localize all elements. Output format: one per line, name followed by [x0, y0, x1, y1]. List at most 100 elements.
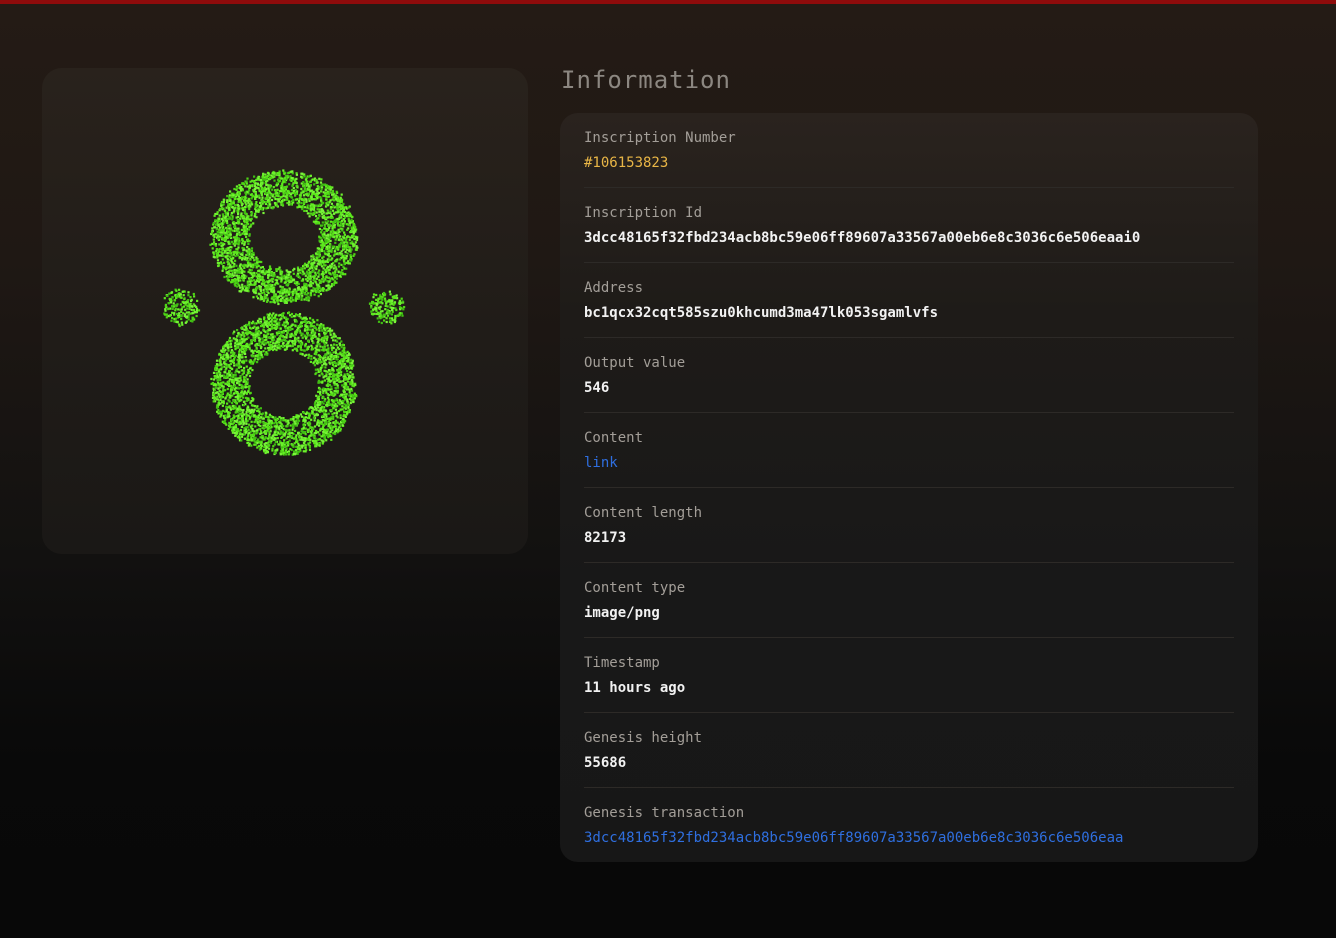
artwork-speck — [266, 353, 269, 356]
artwork-speck — [261, 270, 264, 273]
artwork-speck — [218, 248, 221, 251]
artwork-speck — [336, 353, 339, 356]
artwork-speck — [224, 238, 227, 241]
artwork-speck — [340, 193, 343, 196]
artwork-speck — [325, 198, 328, 201]
artwork-speck — [291, 428, 294, 431]
artwork-speck — [294, 280, 297, 283]
artwork-speck — [338, 422, 341, 425]
artwork-speck — [222, 345, 225, 348]
artwork-speck — [216, 395, 219, 398]
artwork-speck — [247, 215, 250, 218]
artwork-speck — [301, 208, 304, 211]
artwork-speck — [310, 418, 313, 421]
artwork-speck — [332, 196, 335, 199]
artwork-speck — [305, 209, 308, 212]
artwork-speck — [297, 339, 300, 342]
artwork-speck — [295, 297, 298, 300]
artwork-speck — [318, 177, 321, 180]
artwork-speck — [273, 294, 276, 297]
artwork-speck — [317, 390, 320, 393]
artwork-speck — [345, 248, 348, 251]
artwork-speck — [329, 403, 332, 406]
artwork-speck — [303, 334, 306, 337]
artwork-speck — [287, 203, 291, 206]
artwork-speck — [339, 371, 342, 374]
artwork-speck — [325, 229, 328, 232]
artwork-speck — [250, 197, 253, 200]
artwork-speck — [245, 289, 248, 292]
artwork-speck — [228, 255, 231, 258]
artwork-speck — [236, 232, 239, 235]
artwork-speck — [335, 219, 338, 222]
artwork-speck — [352, 223, 356, 226]
artwork-speck — [242, 404, 245, 407]
artwork-speck — [227, 263, 230, 266]
artwork-speck — [329, 433, 332, 436]
artwork-speck — [221, 404, 224, 407]
artwork-speck — [293, 452, 296, 456]
artwork-speck — [254, 193, 257, 196]
artwork-speck — [264, 286, 267, 290]
artwork-speck — [349, 253, 352, 256]
artwork-speck — [284, 276, 287, 279]
artwork-speck — [287, 282, 290, 286]
artwork-speck — [219, 261, 223, 264]
artwork-speck — [259, 178, 262, 182]
artwork-speck — [323, 236, 326, 239]
artwork-speck — [247, 390, 250, 393]
artwork-speck — [253, 282, 256, 285]
artwork-speck — [272, 175, 275, 178]
artwork-speck — [250, 414, 253, 417]
artwork-speck — [270, 436, 273, 439]
artwork-speck — [305, 199, 308, 202]
artwork-speck — [331, 372, 334, 375]
artwork-speck — [237, 355, 240, 358]
artwork-speck — [219, 233, 222, 236]
artwork-speck — [248, 346, 251, 349]
inscription-preview[interactable] — [42, 68, 528, 554]
artwork-speck — [288, 293, 291, 296]
artwork-speck — [302, 194, 306, 197]
artwork-speck — [347, 215, 350, 218]
artwork-speck — [349, 371, 352, 374]
artwork-speck — [233, 239, 236, 242]
artwork-speck — [341, 239, 344, 242]
artwork-speck — [221, 244, 224, 247]
artwork-speck — [212, 378, 216, 381]
artwork-speck — [263, 186, 267, 189]
artwork-speck — [314, 215, 318, 218]
artwork-speck — [213, 235, 216, 238]
artwork-speck — [276, 172, 279, 175]
artwork-speck — [355, 245, 358, 248]
artwork-speck — [275, 427, 278, 430]
artwork-speck — [253, 279, 256, 282]
artwork-speck — [335, 245, 338, 249]
artwork-speck — [318, 324, 321, 327]
artwork-speck — [314, 405, 317, 408]
artwork-speck — [237, 218, 241, 222]
artwork-speck — [271, 207, 274, 210]
artwork-speck — [229, 199, 232, 202]
artwork-speck — [308, 412, 311, 415]
artwork-speck — [281, 297, 284, 300]
artwork-speck — [266, 179, 269, 182]
artwork-speck — [223, 353, 226, 356]
artwork-speck — [241, 253, 244, 256]
artwork-speck — [234, 342, 237, 345]
artwork-speck — [310, 355, 313, 358]
artwork-speck — [255, 295, 258, 298]
artwork-speck — [319, 181, 323, 184]
artwork-speck — [255, 289, 258, 292]
artwork-speck — [255, 258, 258, 261]
artwork-speck — [308, 354, 311, 357]
artwork-speck — [315, 348, 318, 351]
artwork-speck — [314, 195, 317, 198]
artwork-speck — [236, 436, 239, 439]
artwork-speck — [313, 326, 316, 329]
artwork-speck — [314, 252, 318, 255]
artwork-speck — [272, 323, 275, 326]
artwork-speck — [229, 389, 233, 392]
artwork-speck — [344, 273, 347, 276]
artwork-speck — [250, 349, 253, 352]
